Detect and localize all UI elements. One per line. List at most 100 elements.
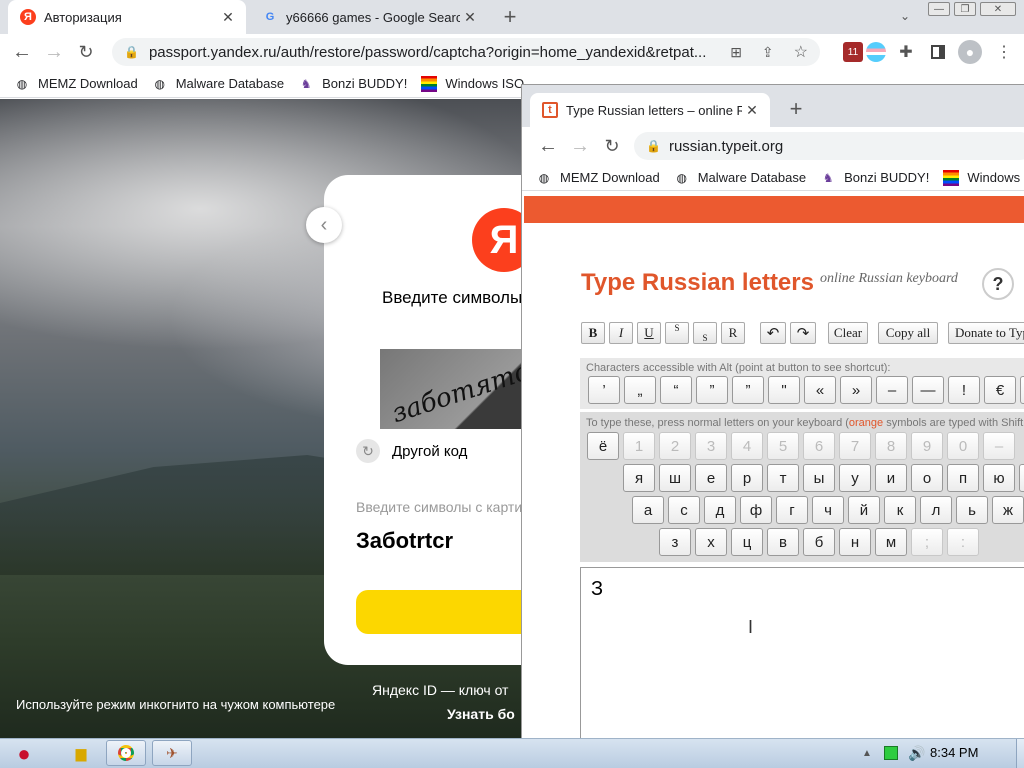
- alt-char-key[interactable]: ": [768, 376, 800, 404]
- typeit-text-area[interactable]: З: [580, 567, 1024, 738]
- letter-key[interactable]: ы: [803, 464, 835, 492]
- network-tray-icon[interactable]: [884, 746, 898, 760]
- superscript-button[interactable]: S: [665, 322, 689, 344]
- number-key[interactable]: 5: [767, 432, 799, 460]
- letter-key[interactable]: ц: [731, 528, 763, 556]
- letter-key[interactable]: и: [875, 464, 907, 492]
- number-key[interactable]: 8: [875, 432, 907, 460]
- letter-key[interactable]: с: [668, 496, 700, 524]
- menu-kebab-icon[interactable]: ⋮: [996, 40, 1012, 64]
- learn-more-link[interactable]: Узнать бо: [447, 706, 515, 722]
- alt-char-key[interactable]: ”: [732, 376, 764, 404]
- new-tab-button[interactable]: +: [498, 4, 522, 29]
- tab-google-search[interactable]: G у66666 games - Google Search ✕: [250, 0, 488, 34]
- alt-char-key[interactable]: ’: [588, 376, 620, 404]
- letter-key[interactable]: г: [776, 496, 808, 524]
- minimize-button[interactable]: —: [928, 2, 950, 16]
- letter-key[interactable]: н: [839, 528, 871, 556]
- other-code-link[interactable]: ↻ Другой код: [356, 439, 467, 463]
- letter-key[interactable]: ю: [983, 464, 1015, 492]
- bold-button[interactable]: B: [581, 322, 605, 344]
- letter-key[interactable]: ;: [911, 528, 943, 556]
- forward-arrow-icon[interactable]: →: [568, 134, 592, 158]
- bookmark-bonzi[interactable]: ♞ Bonzi BUDDY!: [820, 170, 930, 186]
- letter-key[interactable]: п: [947, 464, 979, 492]
- number-key[interactable]: 7: [839, 432, 871, 460]
- close-tab-icon[interactable]: ✕: [218, 9, 238, 26]
- back-arrow-icon[interactable]: ←: [536, 134, 560, 158]
- letter-key[interactable]: р: [731, 464, 763, 492]
- new-tab-button[interactable]: +: [784, 96, 808, 121]
- number-key[interactable]: ё: [587, 432, 619, 460]
- letter-key[interactable]: ф: [740, 496, 772, 524]
- back-button[interactable]: ‹: [306, 207, 342, 243]
- translate-icon[interactable]: ⊞: [730, 44, 742, 61]
- explorer-folder-icon[interactable]: ▆: [62, 740, 100, 766]
- subscript-button[interactable]: S: [693, 322, 717, 344]
- letter-key[interactable]: л: [920, 496, 952, 524]
- bookmark-star-icon[interactable]: ☆: [794, 42, 808, 62]
- bookmark-bonzi[interactable]: ♞ Bonzi BUDDY!: [298, 76, 408, 92]
- share-icon[interactable]: ⇪: [762, 44, 774, 61]
- letter-key[interactable]: к: [884, 496, 916, 524]
- help-button[interactable]: ?: [982, 268, 1014, 300]
- alt-char-key[interactable]: “: [660, 376, 692, 404]
- tray-expand-icon[interactable]: ▲: [860, 746, 874, 760]
- alt-char-key[interactable]: !: [948, 376, 980, 404]
- underline-button[interactable]: U: [637, 322, 661, 344]
- letter-key[interactable]: в: [767, 528, 799, 556]
- bookmark-malware-database[interactable]: ◍ Malware Database: [674, 170, 806, 186]
- number-key[interactable]: 1: [623, 432, 655, 460]
- number-key[interactable]: 3: [695, 432, 727, 460]
- number-key[interactable]: –: [983, 432, 1015, 460]
- typeit-address-bar[interactable]: 🔒 russian.typeit.org: [634, 132, 1024, 160]
- flag-extension-icon[interactable]: [866, 42, 886, 62]
- close-tab-icon[interactable]: ✕: [742, 102, 762, 119]
- letter-key[interactable]: я: [623, 464, 655, 492]
- number-key[interactable]: 6: [803, 432, 835, 460]
- alt-char-key[interactable]: №: [1020, 376, 1024, 404]
- donate-button[interactable]: Donate to Typ: [948, 322, 1024, 344]
- forward-arrow-icon[interactable]: →: [42, 40, 66, 64]
- letter-key[interactable]: д: [704, 496, 736, 524]
- reload-icon[interactable]: ↻: [74, 40, 98, 64]
- clear-button[interactable]: Clear: [828, 322, 868, 344]
- letter-key[interactable]: ш: [659, 464, 691, 492]
- close-window-button[interactable]: ✕: [980, 2, 1016, 16]
- reload-icon[interactable]: ↻: [600, 134, 624, 158]
- letter-key[interactable]: ж: [992, 496, 1024, 524]
- letter-key[interactable]: о: [911, 464, 943, 492]
- tab-search-icon[interactable]: ⌄: [895, 6, 915, 26]
- extension-badge-icon[interactable]: 11: [843, 42, 863, 62]
- alt-char-key[interactable]: —: [912, 376, 944, 404]
- letter-key[interactable]: т: [767, 464, 799, 492]
- italic-button[interactable]: I: [609, 322, 633, 344]
- copy-all-button[interactable]: Copy all: [878, 322, 938, 344]
- letter-key[interactable]: у: [839, 464, 871, 492]
- letter-key[interactable]: :: [947, 528, 979, 556]
- extensions-puzzle-icon[interactable]: ✚: [896, 42, 916, 62]
- bookmark-memz[interactable]: ◍ MEMZ Download: [536, 170, 660, 186]
- tab-typeit[interactable]: t Type Russian letters – online R ✕: [530, 93, 770, 127]
- show-desktop-button[interactable]: [1016, 739, 1024, 768]
- redo-button[interactable]: ↷: [790, 322, 816, 344]
- alt-char-key[interactable]: »: [840, 376, 872, 404]
- letter-key[interactable]: б: [803, 528, 835, 556]
- letter-key[interactable]: м: [875, 528, 907, 556]
- bookmark-windows[interactable]: Windows: [943, 169, 1020, 186]
- captcha-input[interactable]: [356, 526, 536, 556]
- number-key[interactable]: 9: [911, 432, 943, 460]
- address-bar[interactable]: 🔒 passport.yandex.ru/auth/restore/passwo…: [112, 38, 820, 66]
- undo-button[interactable]: ↶: [760, 322, 786, 344]
- taskbar-clock[interactable]: 8:34 PM: [930, 745, 978, 760]
- restore-button[interactable]: ❐: [954, 2, 976, 16]
- letter-key[interactable]: ь: [956, 496, 988, 524]
- bookmark-memz[interactable]: ◍ MEMZ Download: [14, 76, 138, 92]
- reset-format-button[interactable]: R: [721, 322, 745, 344]
- letter-key[interactable]: х: [695, 528, 727, 556]
- alt-char-key[interactable]: «: [804, 376, 836, 404]
- alt-char-key[interactable]: ”: [696, 376, 728, 404]
- bookmark-windows-iso[interactable]: Windows ISO...: [421, 75, 535, 92]
- letter-key[interactable]: а: [632, 496, 664, 524]
- tab-authorization[interactable]: Я Авторизация ✕: [8, 0, 246, 34]
